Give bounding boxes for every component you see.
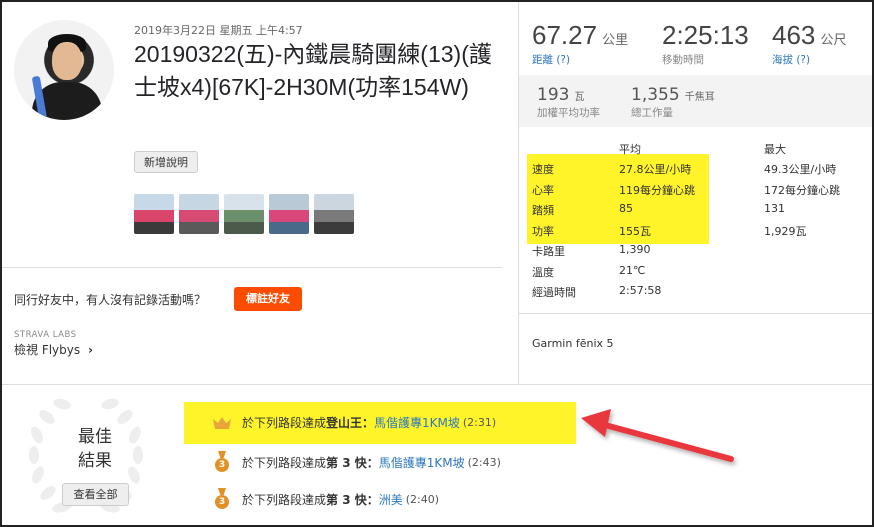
- achievement-time: (2:43): [467, 455, 501, 469]
- add-description-button[interactable]: 新增說明: [134, 151, 198, 173]
- crown-icon: [212, 416, 232, 430]
- divider: [2, 384, 872, 385]
- stats-cell-name: 經過時間: [532, 286, 576, 299]
- stat-weighted-power-unit: 瓦: [574, 92, 585, 103]
- stat-weighted-power-value: 193: [537, 85, 570, 105]
- segment-link[interactable]: 馬偕護專1KM坡: [379, 454, 465, 471]
- achievement-prefix: 於下列路段達成: [242, 492, 327, 507]
- stats-cell-avg: 85: [619, 202, 633, 215]
- stats-cell-max: 172每分鐘心跳: [764, 183, 840, 197]
- stat-distance-label[interactable]: 距離 (?): [532, 52, 628, 67]
- stats-cell-max: 1,929瓦: [764, 224, 807, 238]
- stats-cell-avg: 119每分鐘心跳: [619, 183, 695, 197]
- activity-title: 20190322(五)-內鐵晨騎團練(13)(護士坡x4)[67K]-2H30M…: [134, 41, 492, 100]
- medal-3-icon: 3: [212, 452, 232, 472]
- header-avg: 平均: [619, 143, 641, 156]
- annotation-arrow-icon: [581, 409, 734, 462]
- divider: [2, 267, 502, 268]
- best-results-title: 最佳 結果: [70, 425, 120, 473]
- stats-cell-name: 卡路里: [532, 245, 565, 258]
- stats-cell-name: 速度: [532, 163, 554, 176]
- stats-cell-name: 踏頻: [532, 204, 554, 217]
- stats-cell-avg: 155瓦: [619, 224, 651, 238]
- achievement-rank: 第 3 快：: [326, 492, 379, 507]
- athlete-avatar[interactable]: [14, 20, 114, 120]
- segment-link[interactable]: 洲美: [379, 491, 403, 508]
- medal-3-icon: 3: [212, 489, 232, 509]
- stats-cell-name: 溫度: [532, 265, 554, 279]
- flyby-question: 同行好友中，有人沒有記錄活動嗎？: [14, 293, 207, 307]
- header-max: 最大: [764, 143, 786, 156]
- stat-moving-time-label: 移動時間: [662, 54, 704, 66]
- achievement-prefix: 於下列路段達成: [242, 416, 327, 430]
- device-name: Garmin fēnix 5: [532, 337, 614, 350]
- stat-weighted-power-label: 加權平均功率: [537, 107, 600, 119]
- achievement-item: 3 於下列路段達成 第 3 快： 洲美 (2:40): [212, 489, 439, 509]
- stats-cell-max: 49.3公里/小時: [764, 163, 837, 176]
- stat-distance-value: 67.27: [532, 20, 598, 50]
- stat-elevation-value: 463: [772, 20, 816, 50]
- achievement-time: (2:31): [462, 416, 497, 429]
- view-all-button[interactable]: 查看全部: [62, 483, 129, 506]
- strava-labs-label: STRAVA LABS: [14, 330, 77, 340]
- stat-distance: 67.27 公里 距離 (?): [532, 20, 628, 67]
- photo-strip: [134, 194, 354, 234]
- achievement-rank: 第 3 快：: [326, 455, 379, 470]
- stats-cell-avg: 1,390: [619, 243, 651, 256]
- stat-moving-time: 2:25:13 移動時間: [662, 20, 749, 67]
- activity-date: 2019年3月22日 星期五 上午4:57: [134, 24, 303, 37]
- stat-moving-time-value: 2:25:13: [662, 20, 749, 50]
- view-flybys-link[interactable]: 檢視 Flybys ›: [14, 341, 93, 358]
- stat-total-work: 1,355 千焦耳 總工作量: [631, 85, 715, 120]
- vertical-divider: [518, 2, 519, 384]
- stats-cell-avg: 21℃: [619, 263, 646, 277]
- activity-photo[interactable]: [224, 194, 264, 234]
- achievement-prefix: 於下列路段達成: [242, 455, 327, 470]
- stat-distance-unit: 公里: [602, 33, 629, 48]
- activity-photo[interactable]: [314, 194, 354, 234]
- stat-elevation-label[interactable]: 海拔 (?): [772, 52, 847, 67]
- medal-number: 3: [215, 458, 229, 472]
- achievement-rank: 登山王：: [326, 416, 375, 430]
- stat-elevation-unit: 公尺: [820, 33, 847, 48]
- achievement-item: 於下列路段達成 登山王： 馬偕護專1KM坡 (2:31): [212, 414, 496, 431]
- divider: [519, 313, 872, 314]
- activity-photo[interactable]: [179, 194, 219, 234]
- medal-number: 3: [215, 495, 229, 509]
- best-results-title-line1: 最佳: [78, 427, 112, 447]
- stat-total-work-label: 總工作量: [631, 107, 673, 119]
- best-results-title-line2: 結果: [78, 451, 112, 471]
- stats-cell-name: 功率: [532, 224, 554, 238]
- stat-total-work-unit: 千焦耳: [684, 92, 715, 103]
- achievement-item: 3 於下列路段達成 第 3 快： 馬偕護專1KM坡 (2:43): [212, 452, 501, 472]
- stats-cell-avg: 2:57:58: [619, 284, 662, 297]
- stats-cell-max: 131: [764, 202, 785, 215]
- achievement-time: (2:40): [405, 492, 440, 506]
- stat-weighted-power: 193 瓦 加權平均功率: [537, 85, 600, 120]
- chevron-right-icon: ›: [87, 343, 93, 357]
- stats-cell-name: 心率: [532, 183, 554, 197]
- stats-cell-avg: 27.8公里/小時: [619, 163, 692, 176]
- stat-elevation: 463 公尺 海拔 (?): [772, 20, 847, 67]
- activity-photo[interactable]: [134, 194, 174, 234]
- view-flybys-label: 檢視 Flybys: [14, 343, 81, 357]
- stat-total-work-value: 1,355: [631, 85, 680, 105]
- activity-photo[interactable]: [269, 194, 309, 234]
- tag-friends-button[interactable]: 標註好友: [234, 287, 302, 311]
- segment-link[interactable]: 馬偕護專1KM坡: [374, 414, 460, 431]
